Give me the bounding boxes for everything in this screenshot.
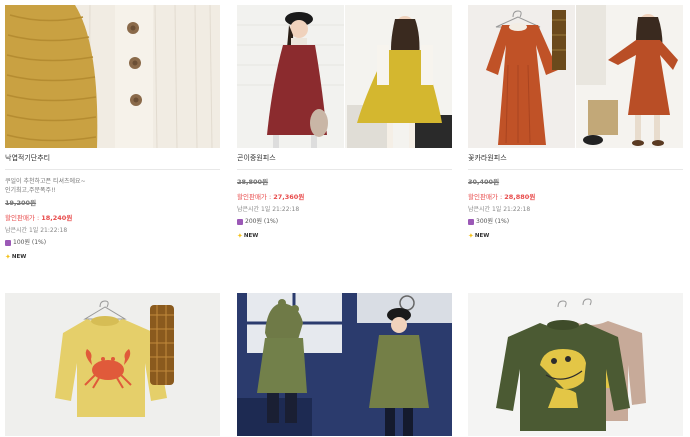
sale-price: 28,880원: [504, 193, 536, 201]
description-line: 쿠일이 추천하고픈 티셔츠에요~: [5, 178, 86, 185]
new-badge: ✦ NEW: [468, 232, 683, 241]
product-image-4[interactable]: [5, 293, 220, 436]
points-row: 200원 (1%): [237, 217, 452, 226]
sale-label: 할인판매가 :: [468, 193, 505, 201]
dinosaur-sweatshirt-photo: [468, 293, 683, 436]
girl-dress-photo: [237, 5, 452, 148]
new-badge: ✦ NEW: [5, 253, 220, 262]
mustard-knit-buttons-photo: [5, 5, 220, 148]
points-row: 100원 (1%): [5, 238, 220, 247]
sale-price-row: 할인판매가 : 27,360원: [237, 193, 452, 202]
divider: [5, 169, 220, 170]
product-image-3[interactable]: [468, 5, 683, 148]
sale-price-row: 할인판매가 : 28,880원: [468, 193, 683, 202]
star-icon: ✦: [237, 232, 243, 240]
product-name[interactable]: 낙엽적기단추티: [5, 153, 220, 163]
points-icon: [468, 218, 474, 225]
points-value: 100원 (1%): [13, 239, 47, 246]
sale-label: 할인판매가 :: [5, 214, 42, 222]
points-value: 200원 (1%): [245, 218, 279, 225]
badge-label: NEW: [11, 254, 27, 260]
time-left: 남은시간 1일 21:22:18: [237, 206, 300, 213]
product-description: 쿠일이 추천하고픈 티셔츠에요~ 인기최고,주문폭주!!: [5, 177, 220, 195]
product-image-6[interactable]: [468, 293, 683, 436]
divider: [468, 169, 683, 170]
divider: [237, 169, 452, 170]
original-price: 28,800원: [237, 178, 269, 186]
points-icon: [237, 218, 243, 225]
crab-sweatshirt-photo: [5, 293, 220, 436]
star-icon: ✦: [468, 232, 474, 240]
points-row: 300원 (1%): [468, 217, 683, 226]
points-icon: [5, 239, 11, 246]
green-hoodie-kids-photo: [237, 293, 452, 436]
new-badge: ✦ NEW: [237, 232, 452, 241]
sale-price: 27,360원: [273, 193, 305, 201]
time-left: 남은시간 1일 21:22:18: [468, 206, 531, 213]
product-info-1: 낙엽적기단추티 쿠일이 추천하고픈 티셔츠에요~ 인기최고,주문폭주!! 19,…: [5, 153, 220, 262]
badge-label: NEW: [474, 233, 490, 239]
time-left: 남은시간 1일 21:22:18: [5, 227, 68, 234]
description-line: 인기최고,주문폭주!!: [5, 187, 56, 194]
product-info-3: 꽃카라원피스 30,400원 할인판매가 : 28,880원 남은시간 1일 2…: [468, 153, 683, 241]
badge-label: NEW: [243, 233, 259, 239]
sale-label: 할인판매가 :: [237, 193, 274, 201]
original-price: 19,200원: [5, 199, 37, 207]
sale-price-row: 할인판매가 : 18,240원: [5, 214, 220, 223]
original-price: 30,400원: [468, 178, 500, 186]
points-value: 300원 (1%): [476, 218, 510, 225]
product-name[interactable]: 꽃카라원피스: [468, 153, 683, 163]
product-image-2[interactable]: [237, 5, 452, 148]
star-icon: ✦: [5, 253, 11, 261]
product-info-2: 곤이중원피스 28,800원 할인판매가 : 27,360원 남은시간 1일 2…: [237, 153, 452, 241]
product-image-5[interactable]: [237, 293, 452, 436]
product-name[interactable]: 곤이중원피스: [237, 153, 452, 163]
product-image-1[interactable]: [5, 5, 220, 148]
orange-dress-photo: [468, 5, 683, 148]
sale-price: 18,240원: [41, 214, 73, 222]
